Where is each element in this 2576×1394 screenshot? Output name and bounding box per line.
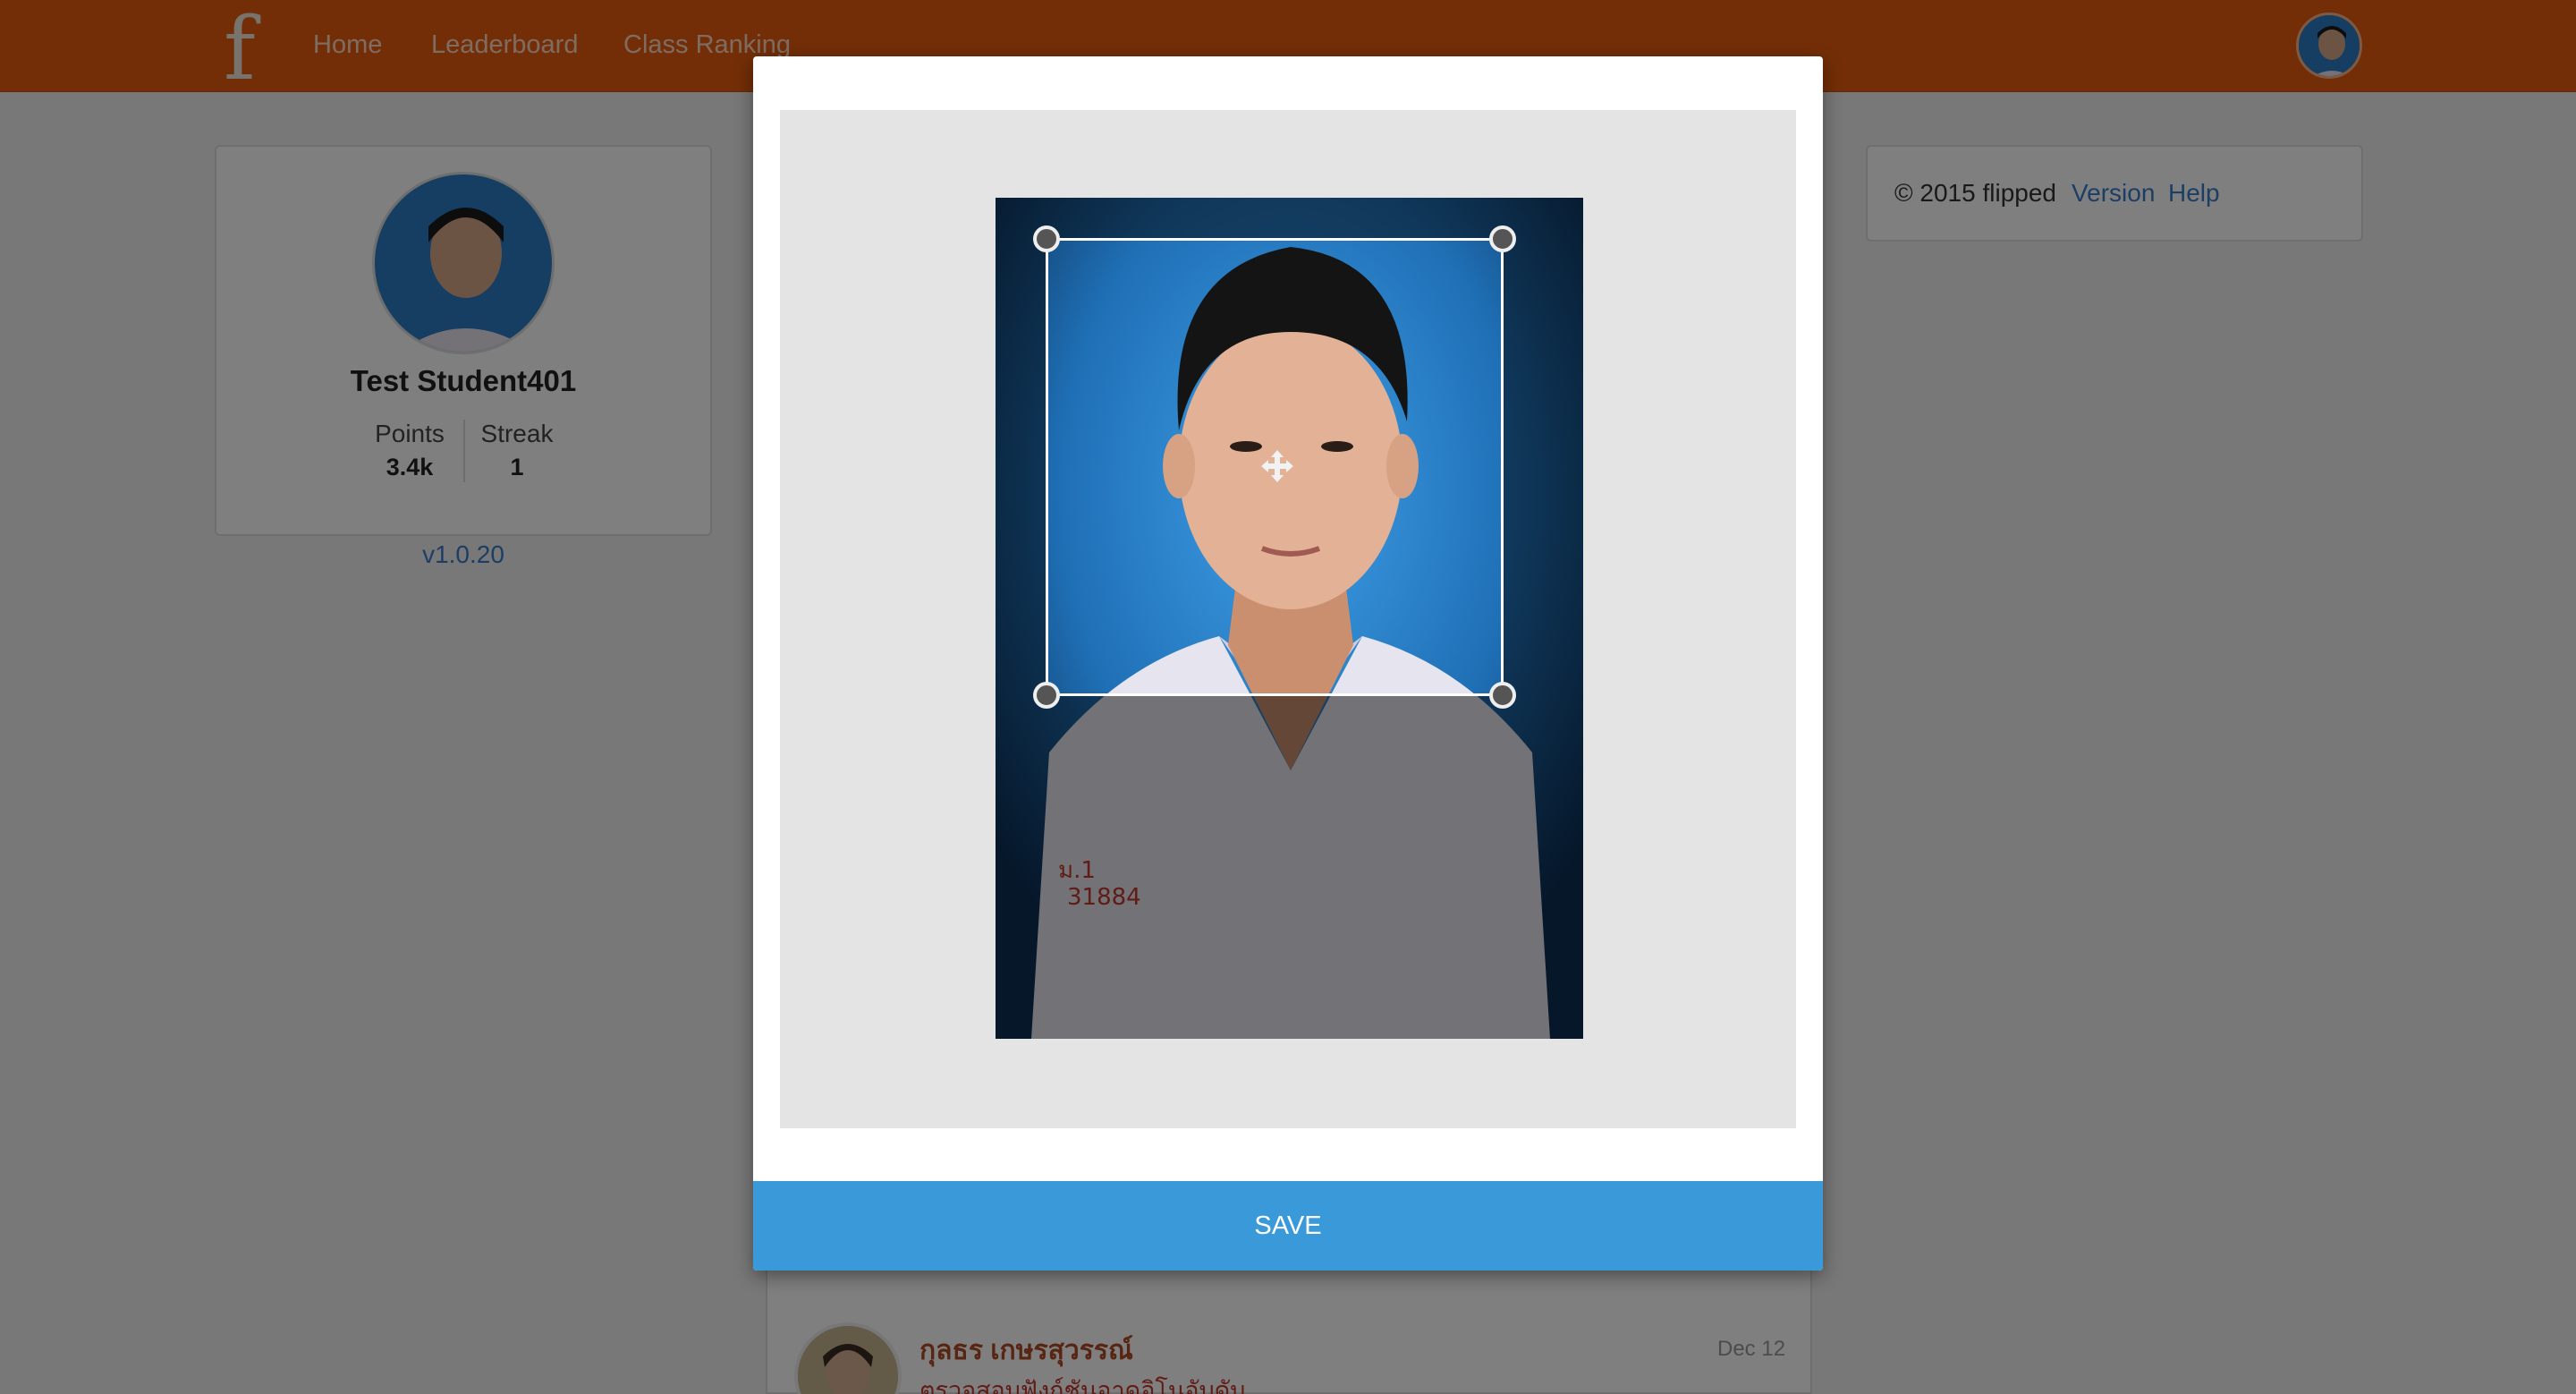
save-button[interactable]: SAVE [753,1181,1823,1271]
avatar-crop-modal: ม.1 31884 [753,56,1823,1271]
crop-handle-icon[interactable] [1033,682,1060,709]
crop-handle-icon[interactable] [1489,225,1516,252]
move-icon[interactable] [1259,448,1295,484]
crop-selection-box[interactable] [1033,225,1516,709]
uploaded-photo[interactable]: ม.1 31884 [996,198,1583,1039]
crop-handle-icon[interactable] [1489,682,1516,709]
crop-area: ม.1 31884 [780,110,1796,1128]
crop-handle-icon[interactable] [1033,225,1060,252]
